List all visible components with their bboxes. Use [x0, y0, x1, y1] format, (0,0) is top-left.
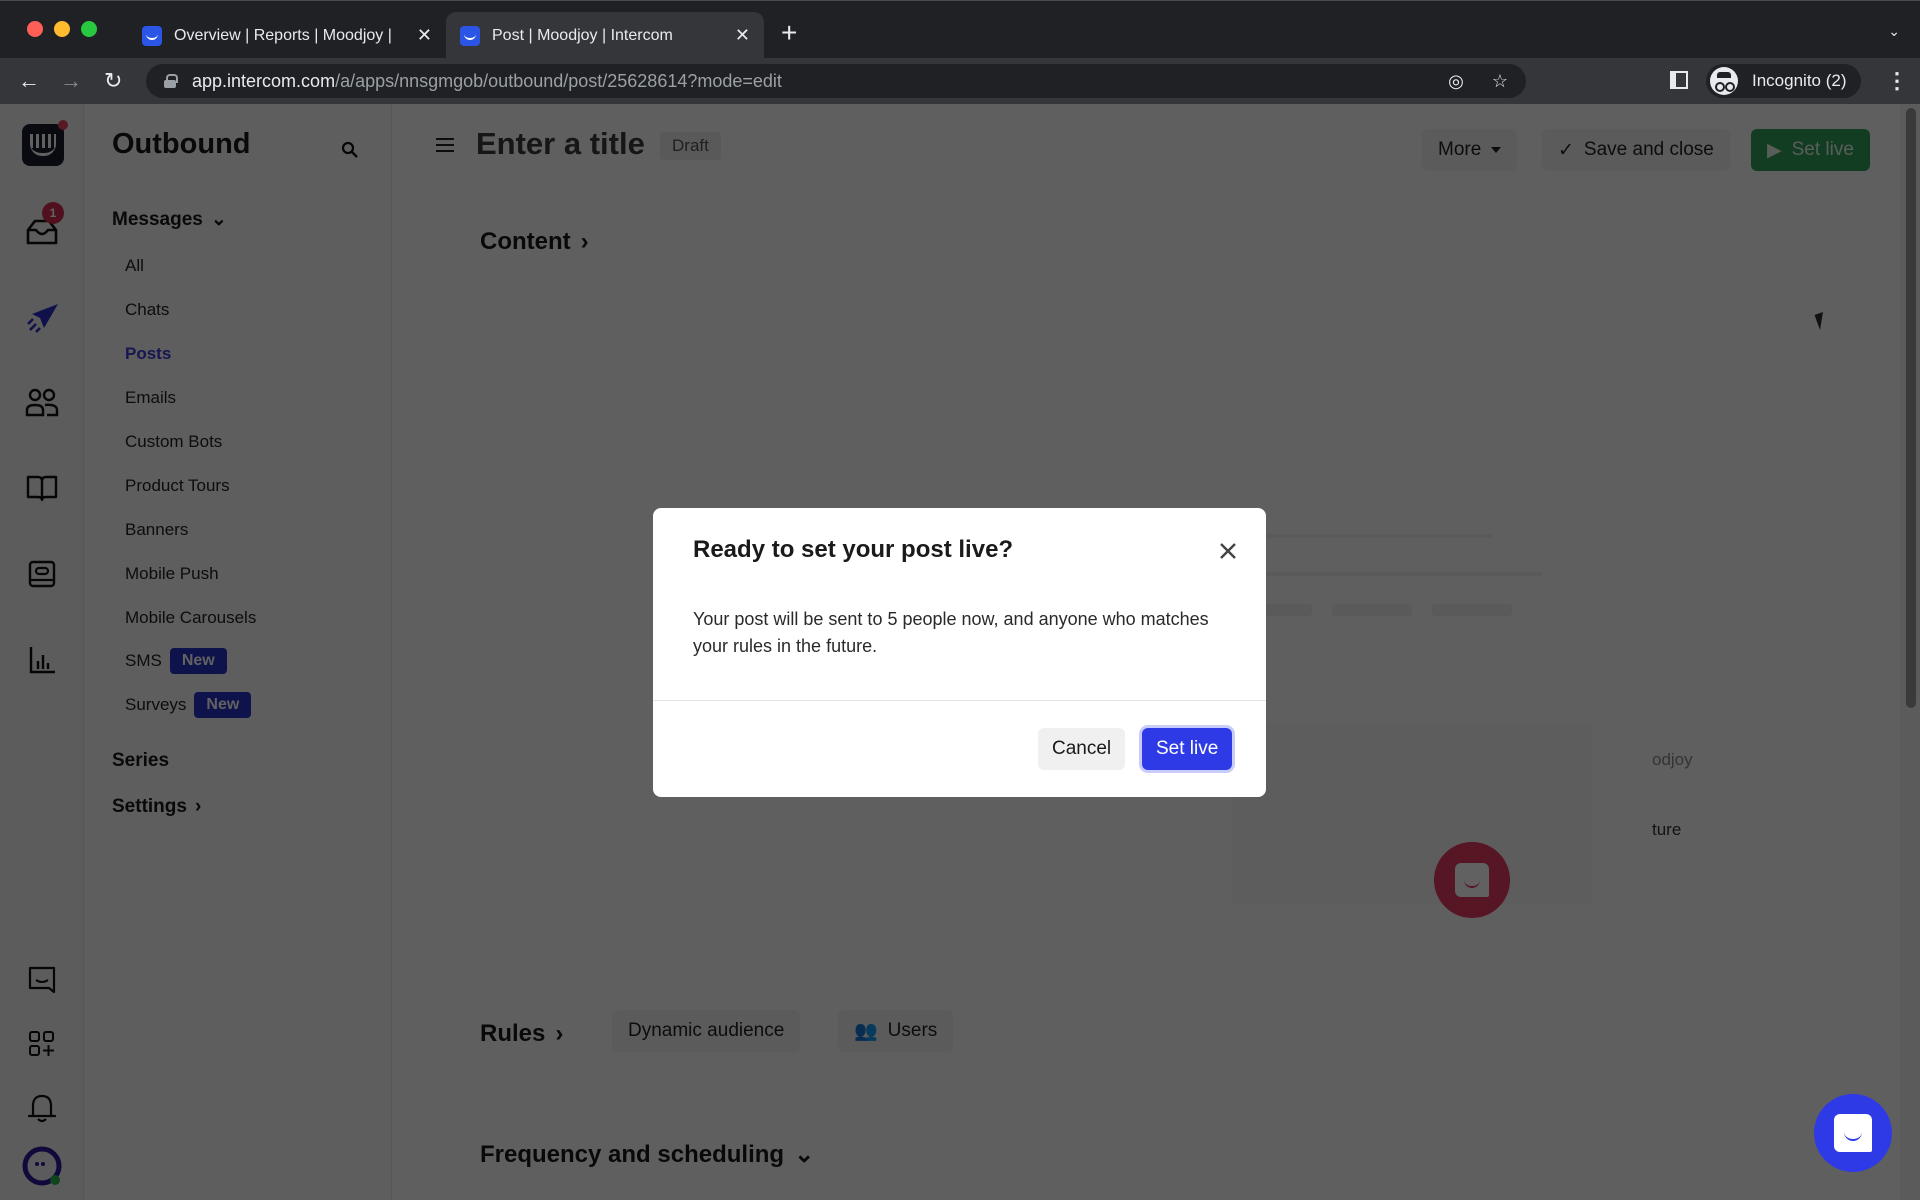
dialog-title: Ready to set your post live?	[693, 536, 1014, 563]
intercom-favicon-icon	[460, 25, 480, 46]
lock-icon	[164, 74, 178, 88]
window-close-button[interactable]	[27, 21, 43, 37]
address-bar[interactable]: app.intercom.com /a/apps/nnsgmgob/outbou…	[146, 64, 1526, 98]
browser-tab-reports[interactable]: Overview | Reports | Moodjoy | ✕	[128, 12, 446, 59]
tab-close-icon[interactable]: ✕	[417, 25, 432, 46]
incognito-icon	[1710, 67, 1738, 95]
tab-title: Overview | Reports | Moodjoy |	[174, 26, 392, 44]
close-icon[interactable]	[1216, 539, 1240, 563]
browser-tab-post[interactable]: Post | Moodjoy | Intercom ✕	[446, 12, 764, 59]
reload-icon[interactable]: ↻	[104, 68, 122, 94]
set-live-confirm-dialog: Ready to set your post live? Your post w…	[653, 508, 1266, 797]
url-host: app.intercom.com	[192, 70, 336, 91]
window-minimize-button[interactable]	[54, 21, 70, 37]
tab-close-icon[interactable]: ✕	[735, 25, 750, 46]
intercom-messenger-launcher[interactable]	[1814, 1094, 1892, 1172]
side-panel-icon[interactable]	[1670, 71, 1688, 89]
tab-title: Post | Moodjoy | Intercom	[492, 26, 673, 44]
bookmark-star-icon[interactable]: ☆	[1492, 71, 1508, 92]
incognito-profile-button[interactable]: Incognito (2)	[1706, 64, 1861, 98]
window-maximize-button[interactable]	[81, 21, 97, 37]
cancel-button[interactable]: Cancel	[1038, 728, 1126, 770]
url-path: /a/apps/nnsgmgob/outbound/post/25628614?…	[335, 70, 782, 91]
chat-bubble-icon	[1834, 1114, 1872, 1152]
new-tab-button[interactable]: +	[781, 19, 797, 47]
intercom-favicon-icon	[142, 25, 162, 46]
eye-slash-icon[interactable]: ◎	[1448, 71, 1464, 92]
tab-search-chevron-icon[interactable]: ⌄	[1888, 23, 1900, 40]
dialog-body: Your post will be sent to 5 people now, …	[693, 609, 1209, 656]
incognito-label: Incognito (2)	[1752, 71, 1847, 90]
dialog-divider	[653, 700, 1266, 701]
browser-menu-icon[interactable]: ⋮	[1886, 68, 1908, 94]
set-live-confirm-button[interactable]: Set live	[1142, 728, 1233, 770]
browser-tab-bar: Overview | Reports | Moodjoy | ✕ Post | …	[0, 0, 1920, 59]
browser-toolbar: ← → ↻ app.intercom.com /a/apps/nnsgmgob/…	[0, 58, 1920, 104]
forward-arrow-icon[interactable]: →	[60, 68, 82, 94]
back-arrow-icon[interactable]: ←	[18, 68, 40, 94]
